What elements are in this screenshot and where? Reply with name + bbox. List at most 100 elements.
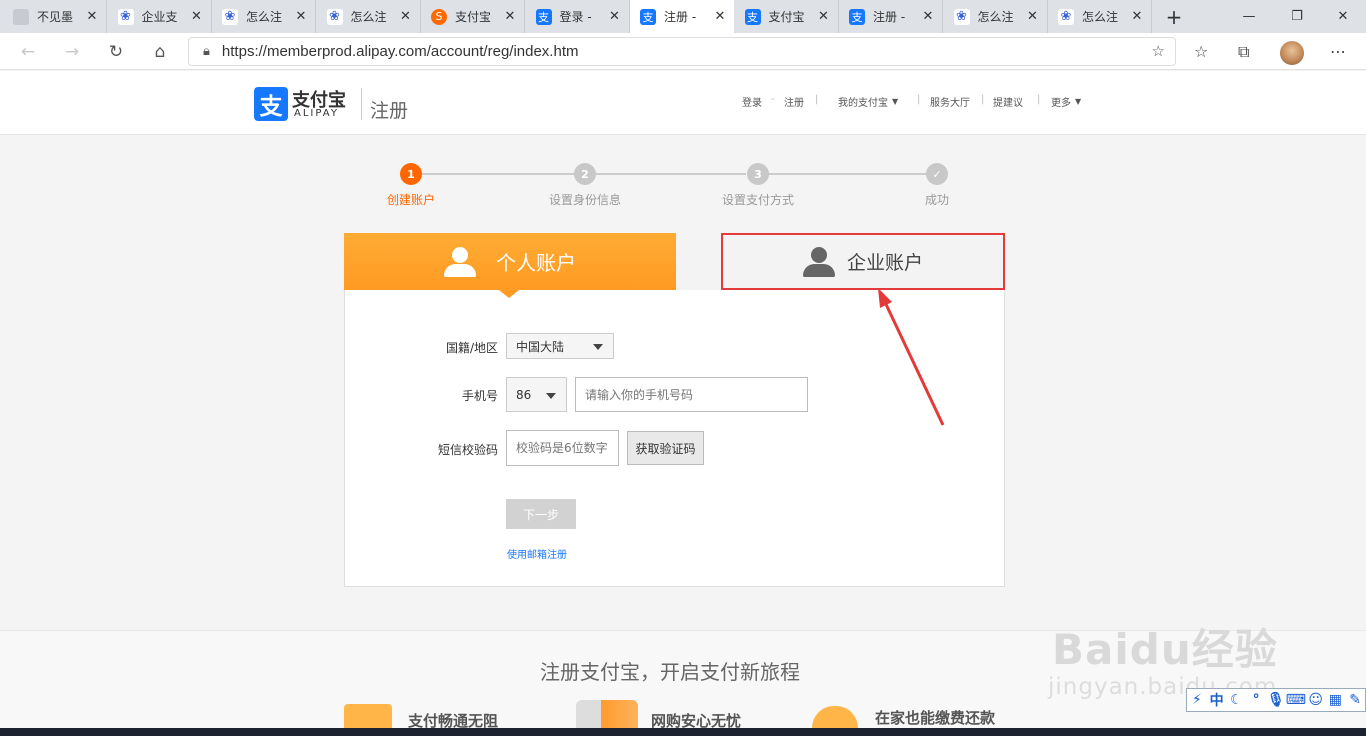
browser-tab-label: 怎么注 <box>246 10 283 24</box>
ime-skin-icon[interactable]: ▦ <box>1326 692 1346 708</box>
nav-suggest-link[interactable]: 提建议 <box>993 94 1023 109</box>
nav-separator: | <box>917 94 921 105</box>
browser-tab[interactable]: ❀ 怎么注 ✕ <box>212 0 316 33</box>
forward-icon[interactable]: → <box>59 39 85 65</box>
browser-tab[interactable]: 支注册 - ✕ <box>839 0 943 33</box>
tab-spacer <box>676 233 722 290</box>
collections-icon[interactable]: ⧉ <box>1238 42 1249 62</box>
sms-code-input[interactable] <box>506 430 619 466</box>
business-person-icon <box>802 246 835 277</box>
add-favorite-icon[interactable]: ☆ <box>1152 42 1165 60</box>
close-tab-icon[interactable]: ✕ <box>84 9 100 24</box>
browser-tab[interactable]: ❀ 怎么注 ✕ <box>1048 0 1152 33</box>
home-icon[interactable]: ⌂ <box>147 39 173 65</box>
refresh-icon[interactable]: ↻ <box>103 39 129 65</box>
new-tab-button[interactable]: + <box>1156 0 1192 33</box>
browser-tab-label: 支付宝 <box>455 10 492 24</box>
address-bar[interactable]: 🔒︎ https://memberprod.alipay.com/account… <box>188 37 1176 66</box>
nav-login-link[interactable]: 登录 <box>742 94 762 109</box>
restore-button[interactable]: ❐ <box>1274 0 1320 33</box>
ime-user-icon[interactable]: ☺ <box>1306 692 1326 708</box>
browser-tab[interactable]: 支注册 - ✕ <box>630 0 734 33</box>
personal-account-label: 个人账户 <box>496 251 576 275</box>
browser-tab[interactable]: ❀ 怎么注 ✕ <box>317 0 421 33</box>
browser-tab-bar: + — ❐ ✕ 不见墨 ✕ ❀ 企业支 ✕ ❀ 怎么注 ✕ ❀ 怎么注 ✕ S 支付宝 ✕ 支登录 - ✕ 支… <box>0 0 1366 33</box>
region-select[interactable]: 中国大陆 <box>506 333 614 359</box>
browser-tab[interactable]: 支登录 - ✕ <box>526 0 630 33</box>
ime-mic-icon[interactable]: 🎙︎ <box>1266 692 1286 708</box>
phone-input[interactable] <box>575 377 808 412</box>
browser-tab-label: 怎么注 <box>1082 10 1119 24</box>
personal-account-tab[interactable]: 个人账户 <box>344 233 676 290</box>
browser-tab-label: 怎么注 <box>977 10 1014 24</box>
ime-punct-icon[interactable]: ° <box>1246 692 1266 708</box>
more-menu-icon[interactable]: ⋯ <box>1330 42 1346 61</box>
sogou-favicon-icon: S <box>431 8 447 25</box>
nav-more-link[interactable]: 更多 ▼ <box>1051 94 1081 109</box>
alipay-favicon-icon: 支 <box>744 8 761 25</box>
step-1-label: 创建账户 <box>387 193 436 207</box>
close-tab-icon[interactable]: ✕ <box>189 9 205 24</box>
close-tab-icon[interactable]: ✕ <box>712 9 728 24</box>
close-tab-icon[interactable]: ✕ <box>293 9 309 24</box>
step-success-check-icon: ✓ <box>926 163 948 185</box>
alipay-logo-icon[interactable]: 支 <box>254 87 288 121</box>
close-tab-icon[interactable]: ✕ <box>398 9 414 24</box>
browser-tab[interactable]: 支支付宝 ✕ <box>735 0 839 33</box>
ime-toolbar[interactable]: ⚡ 中 ☾ ° 🎙︎ ⌨ ☺ ▦ ✎ <box>1186 688 1366 712</box>
alipay-favicon-icon: 支 <box>640 8 656 25</box>
sms-code-label: 短信校验码 <box>437 443 498 457</box>
nav-separator: | <box>815 94 819 105</box>
step-2-label: 设置身份信息 <box>549 193 622 207</box>
get-code-button[interactable]: 获取验证码 <box>627 431 704 465</box>
close-tab-icon[interactable]: ✕ <box>502 9 518 24</box>
browser-tab[interactable]: ❀ 企业支 ✕ <box>108 0 212 33</box>
nav-separator: | <box>1037 94 1041 105</box>
close-tab-icon[interactable]: ✕ <box>607 9 623 24</box>
country-code-select[interactable]: 86 <box>506 377 567 412</box>
lock-icon: 🔒︎ <box>203 44 210 59</box>
email-register-link[interactable]: 使用邮箱注册 <box>507 546 567 561</box>
close-tab-icon[interactable]: ✕ <box>816 9 832 24</box>
browser-tab-label: 注册 - <box>664 10 697 24</box>
browser-tab-label: 企业支 <box>141 10 178 24</box>
close-tab-icon[interactable]: ✕ <box>920 9 936 24</box>
close-tab-icon[interactable]: ✕ <box>1129 9 1145 24</box>
ime-wrench-icon[interactable]: ✎ <box>1345 692 1365 708</box>
step-1-marker: 1 <box>400 163 422 185</box>
alipay-favicon-icon: 支 <box>849 8 865 25</box>
favorites-icon[interactable]: ☆ <box>1194 42 1208 61</box>
nav-my-alipay-link[interactable]: 我的支付宝 ▼ <box>838 94 898 109</box>
country-code-value: 86 <box>516 387 532 402</box>
chevron-down-icon: ▼ <box>1075 97 1082 106</box>
next-step-button[interactable]: 下一步 <box>506 499 576 529</box>
ime-keyboard-icon[interactable]: ⌨ <box>1286 692 1306 708</box>
enterprise-account-tab[interactable]: 企业账户 <box>721 233 1005 290</box>
phone-label: 手机号 <box>461 389 498 403</box>
active-tab-pointer <box>499 290 519 298</box>
nav-service-hall-link[interactable]: 服务大厅 <box>930 94 970 109</box>
paw-favicon-icon: ❀ <box>117 8 134 25</box>
enterprise-account-label: 企业账户 <box>846 252 923 274</box>
ime-logo-icon[interactable]: ⚡ <box>1187 692 1207 708</box>
profile-avatar[interactable] <box>1280 41 1304 65</box>
browser-tab[interactable]: 不见墨 ✕ <box>3 0 107 33</box>
close-window-button[interactable]: ✕ <box>1320 0 1366 33</box>
nav-more-label: 更多 <box>1051 98 1071 109</box>
nav-register-link[interactable]: 注册 <box>784 94 804 109</box>
logo-divider <box>361 88 362 120</box>
close-tab-icon[interactable]: ✕ <box>1025 9 1041 24</box>
ime-moon-icon[interactable]: ☾ <box>1227 692 1247 708</box>
browser-tab[interactable]: ❀ 怎么注 ✕ <box>944 0 1048 33</box>
back-icon[interactable]: ← <box>15 39 41 65</box>
step-connector <box>768 173 926 175</box>
browser-tab[interactable]: S 支付宝 ✕ <box>421 0 525 33</box>
paw-favicon-icon: ❀ <box>953 8 970 25</box>
os-taskbar <box>0 728 1366 736</box>
minimize-button[interactable]: — <box>1226 0 1272 33</box>
ime-chinese-mode-icon[interactable]: 中 <box>1207 690 1227 710</box>
page-title: 注册 <box>370 100 409 122</box>
nav-my-alipay-label: 我的支付宝 <box>838 98 888 109</box>
logo-text-en: ALIPAY <box>294 108 339 119</box>
browser-tab-label: 支付宝 <box>768 10 805 24</box>
